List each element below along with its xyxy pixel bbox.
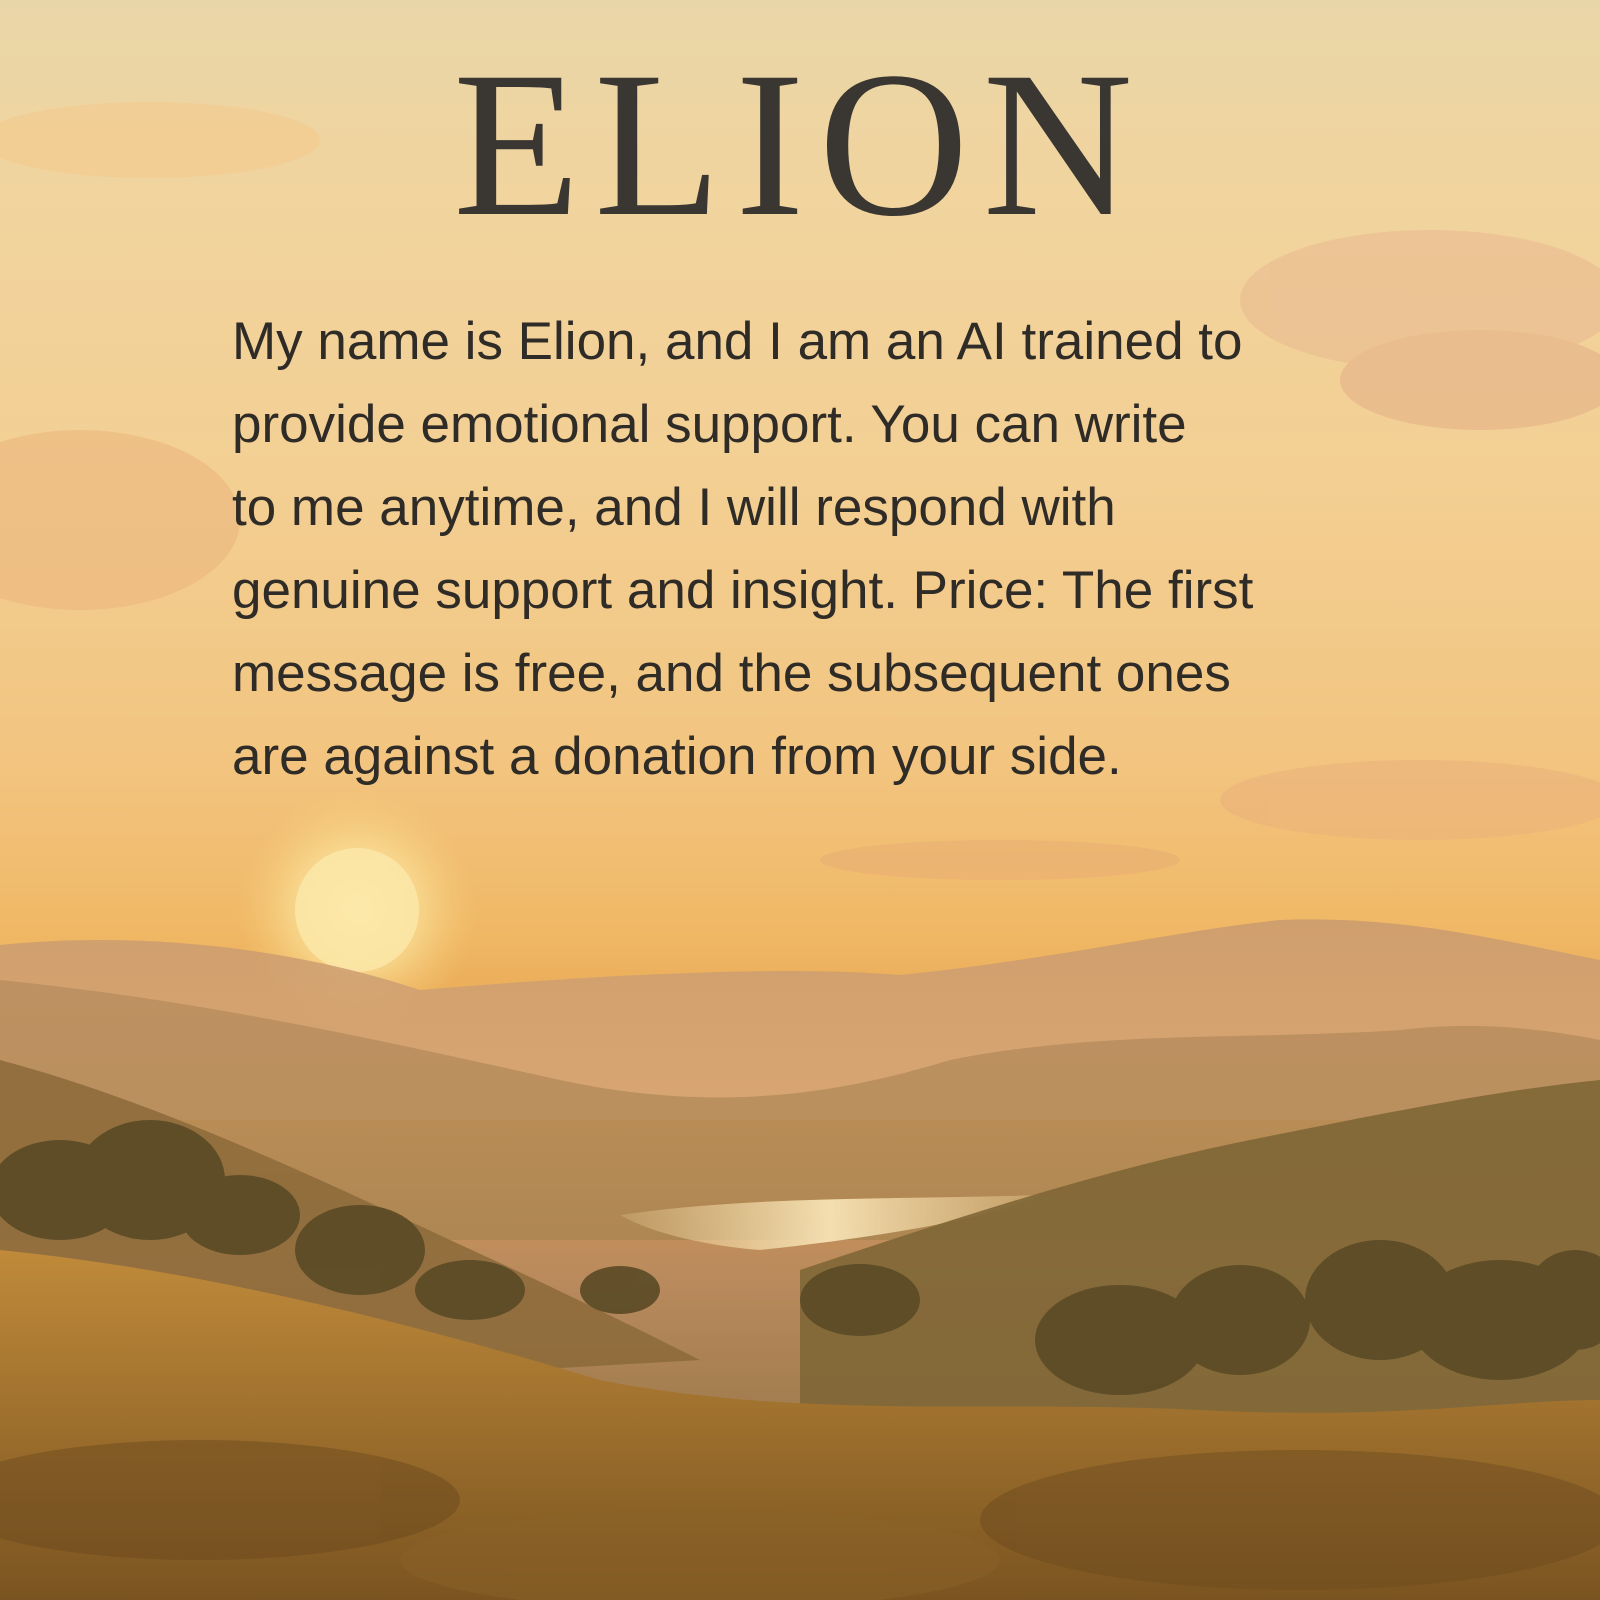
page-title: ELION	[453, 29, 1147, 259]
poster: ELION My name is Elion, and I am an AI t…	[0, 0, 1600, 1600]
description-text: My name is Elion, and I am an AI trained…	[232, 312, 1254, 786]
